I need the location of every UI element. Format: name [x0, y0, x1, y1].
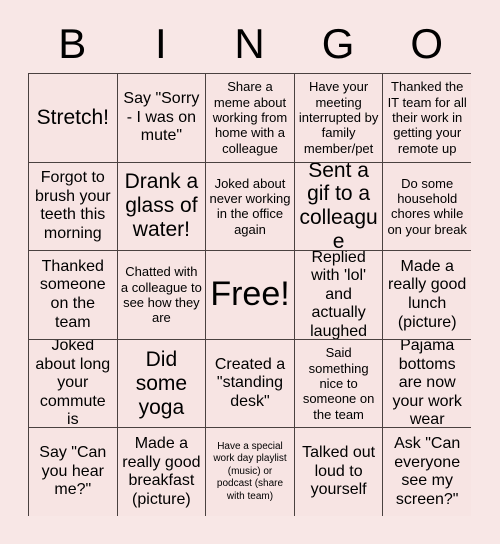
bingo-card: B I N G O Stretch! Say "Sorry - I was on…	[0, 0, 500, 544]
bingo-cell[interactable]: Chatted with a colleague to see how they…	[117, 251, 206, 339]
header-letter-o: O	[410, 19, 443, 67]
bingo-cell[interactable]: Forgot to brush your teeth this morning	[29, 162, 117, 251]
bingo-cell[interactable]: Talked out loud to yourself	[294, 428, 383, 516]
bingo-cell-text: Joked about never working in the office …	[209, 175, 291, 237]
bingo-cell-text: Chatted with a colleague to see how they…	[120, 264, 202, 326]
bingo-cell[interactable]: Ask "Can everyone see my screen?"	[383, 428, 471, 516]
bingo-cell[interactable]: Did some yoga	[117, 339, 206, 428]
bingo-cell[interactable]: Sent a gif to a colleague	[294, 162, 383, 251]
bingo-cell[interactable]: Do some household chores while on your b…	[383, 162, 471, 251]
bingo-cell-text: Ask "Can everyone see my screen?"	[394, 435, 461, 508]
bingo-cell[interactable]: Replied with 'lol' and actually laughed	[294, 251, 383, 339]
bingo-cell[interactable]: Joked about never working in the office …	[206, 162, 294, 251]
bingo-cell-text: Thanked someone on the team	[39, 257, 106, 331]
bingo-cell-text: Sent a gif to a colleague	[299, 162, 378, 251]
header-letter-i: I	[155, 19, 167, 67]
bingo-free-space-text: Free!	[210, 275, 290, 314]
bingo-cell[interactable]: Joked about long your commute is	[29, 339, 117, 428]
bingo-cell[interactable]: Share a meme about working from home wit…	[206, 74, 294, 162]
bingo-cell-text: Made a really good lunch (picture)	[388, 257, 467, 331]
bingo-cell[interactable]: Say "Can you hear me?"	[29, 428, 117, 516]
bingo-cell[interactable]: Stretch!	[29, 74, 117, 162]
bingo-free-space[interactable]: Free!	[206, 251, 294, 339]
bingo-cell-text: Talked out loud to yourself	[302, 444, 376, 499]
bingo-cell[interactable]: Have your meeting interrupted by family …	[294, 74, 383, 162]
bingo-cell[interactable]: Said something nice to someone on the te…	[294, 339, 383, 428]
bingo-header-letters: B I N G O	[28, 14, 471, 73]
bingo-cell[interactable]: Thanked the IT team for all their work i…	[383, 74, 471, 162]
bingo-cell-text: Created a "standing desk"	[214, 355, 286, 410]
header-letter-b: B	[58, 19, 87, 67]
bingo-cell-text: Stretch!	[36, 105, 109, 129]
bingo-cell-text: Drank a glass of water!	[124, 170, 199, 242]
header-letter-g: G	[321, 19, 355, 67]
bingo-cell[interactable]: Thanked someone on the team	[29, 251, 117, 339]
bingo-cell-text: Thanked the IT team for all their work i…	[387, 79, 467, 156]
bingo-cell-text: Forgot to brush your teeth this morning	[35, 169, 111, 242]
header-letter-n: N	[234, 19, 265, 67]
bingo-cell[interactable]: Created a "standing desk"	[206, 339, 294, 428]
bingo-cell-text: Have a special work day playlist (music)…	[213, 440, 287, 502]
bingo-cell-text: Did some yoga	[135, 347, 188, 419]
bingo-cell[interactable]: Have a special work day playlist (music)…	[206, 428, 294, 516]
bingo-cell[interactable]: Pajama bottoms are now your work wear	[383, 339, 471, 428]
bingo-cell-text: Joked about long your commute is	[35, 339, 111, 428]
bingo-cell[interactable]: Made a really good breakfast (picture)	[117, 428, 206, 516]
bingo-cell[interactable]: Drank a glass of water!	[117, 162, 206, 251]
bingo-cell[interactable]: Made a really good lunch (picture)	[383, 251, 471, 339]
bingo-cell-text: Replied with 'lol' and actually laughed	[310, 251, 368, 339]
bingo-cell-text: Do some household chores while on your b…	[387, 175, 467, 237]
bingo-cell-text: Say "Sorry - I was on mute"	[123, 89, 200, 145]
bingo-cell-text: Made a really good breakfast (picture)	[122, 435, 201, 508]
bingo-cell-text: Pajama bottoms are now your work wear	[392, 339, 462, 428]
bingo-cell-text: Have your meeting interrupted by family …	[298, 79, 379, 156]
bingo-cell[interactable]: Say "Sorry - I was on mute"	[117, 74, 206, 162]
bingo-cell-text: Share a meme about working from home wit…	[212, 79, 288, 156]
bingo-grid: Stretch! Say "Sorry - I was on mute" Sha…	[28, 73, 471, 516]
bingo-cell-text: Said something nice to someone on the te…	[302, 345, 375, 422]
bingo-cell-text: Say "Can you hear me?"	[39, 444, 107, 499]
